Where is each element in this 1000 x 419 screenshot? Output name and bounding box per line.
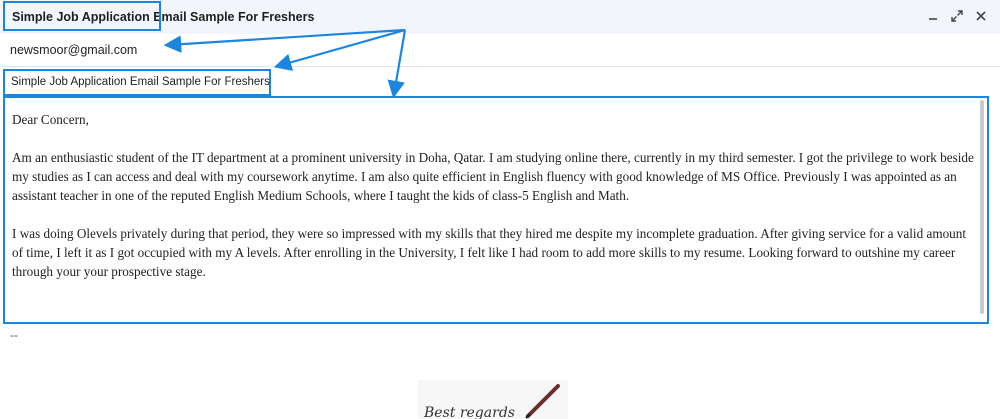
recipient-field[interactable]: newsmoor@gmail.com (10, 43, 137, 57)
subject-field[interactable]: Simple Job Application Email Sample For … (11, 76, 270, 88)
greeting: Dear Concern, (12, 112, 89, 127)
body-scrollbar[interactable] (980, 100, 984, 314)
body-paragraph-1: Am an enthusiastic student of the IT dep… (12, 150, 974, 203)
popout-icon[interactable] (950, 9, 964, 23)
compose-window: Simple Job Application Email Sample For … (0, 0, 1000, 419)
signature-separator: -- (10, 328, 18, 342)
signature-image: Best regards (418, 380, 568, 419)
close-icon[interactable] (974, 9, 988, 23)
body-paragraph-2: I was doing Olevels privately during tha… (12, 226, 967, 279)
message-body[interactable]: Dear Concern, Am an enthusiastic student… (12, 110, 974, 300)
recipient-highlight (3, 1, 161, 31)
window-controls (926, 9, 988, 23)
minimize-icon[interactable] (926, 9, 940, 23)
recipient-row (0, 34, 1000, 67)
signature-script: Best regards (423, 405, 515, 419)
